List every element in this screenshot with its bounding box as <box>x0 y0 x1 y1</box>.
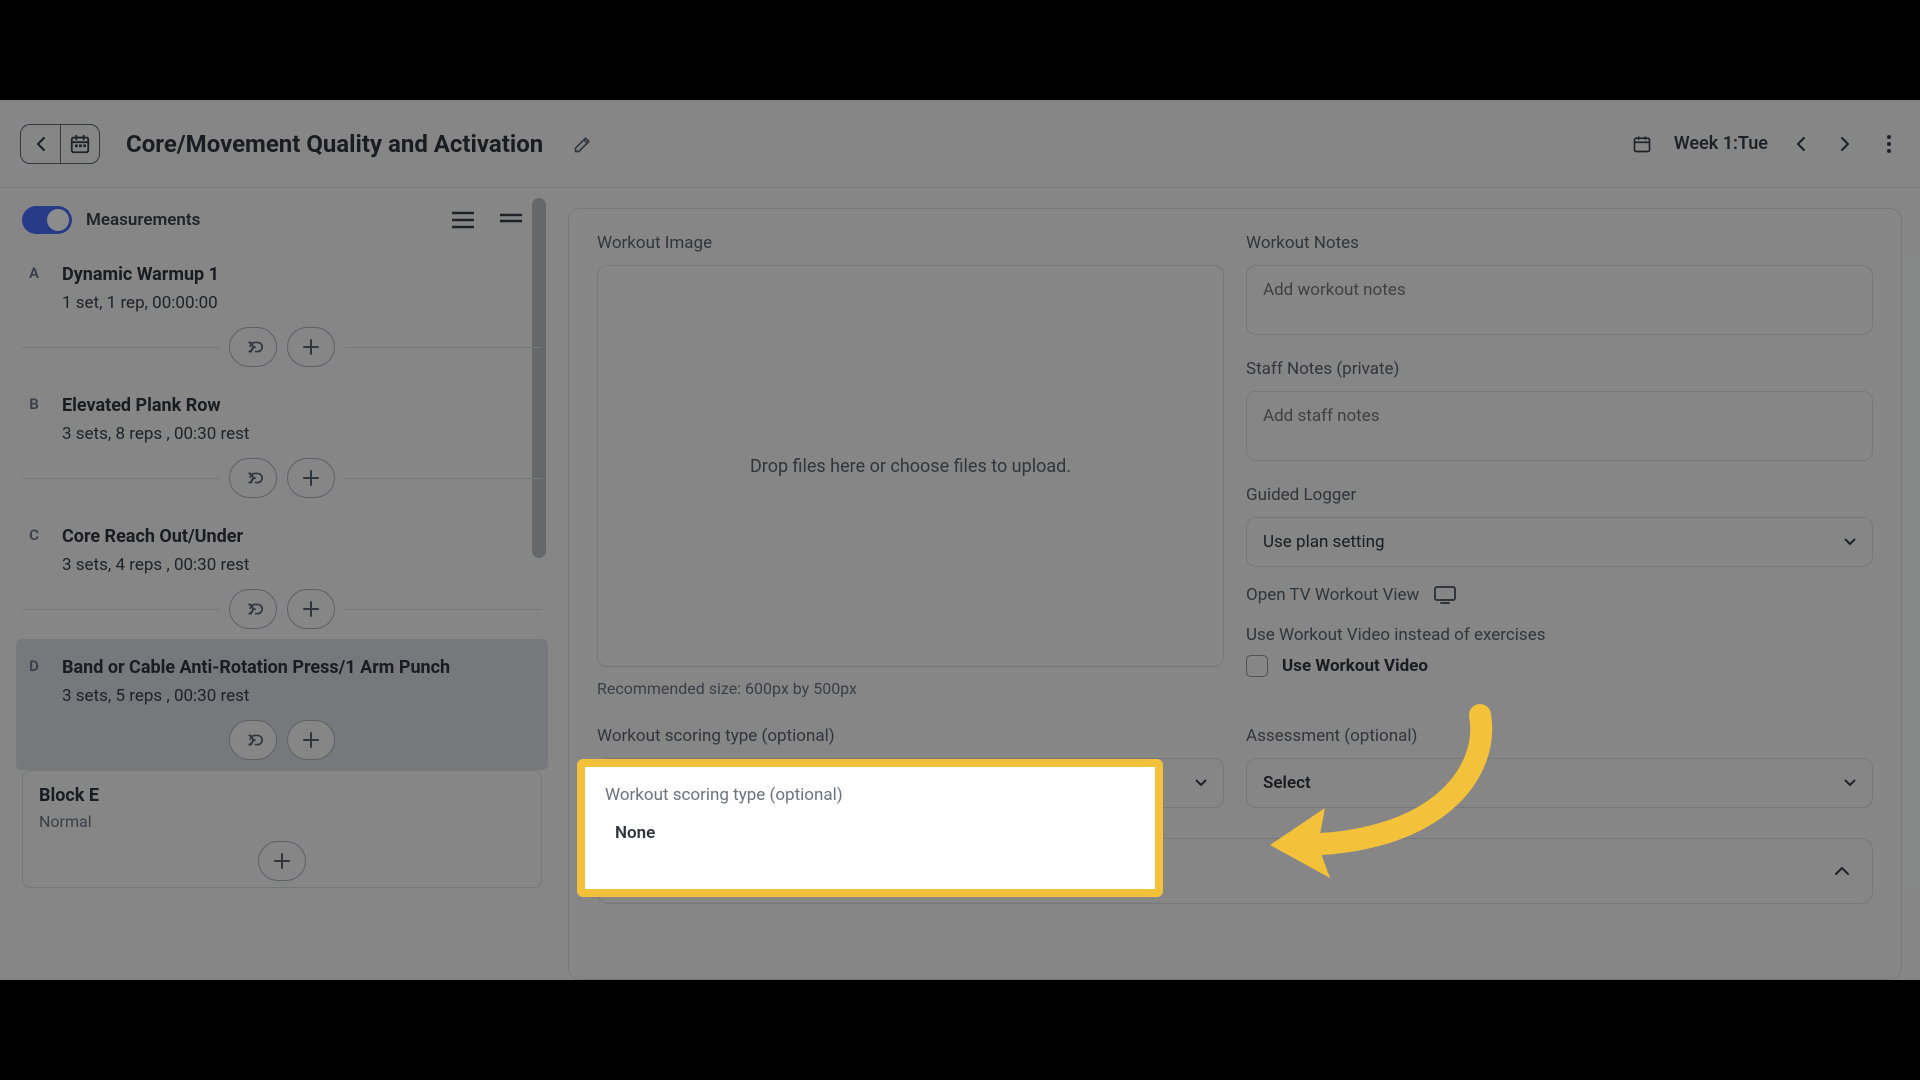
workout-notes-input[interactable] <box>1246 265 1873 335</box>
guided-logger-select[interactable]: Use plan setting <box>1246 517 1873 567</box>
use-video-instead-label: Use Workout Video instead of exercises <box>1246 625 1873 645</box>
staff-notes-input[interactable] <box>1246 391 1873 461</box>
recommended-size-hint: Recommended size: 600px by 500px <box>597 679 1224 698</box>
workout-image-label: Workout Image <box>597 233 1224 253</box>
link-exercise-button[interactable] <box>229 327 277 367</box>
tutorial-arrow-icon <box>1240 700 1500 900</box>
next-day-button[interactable] <box>1834 133 1856 155</box>
edit-title-button[interactable] <box>573 134 593 154</box>
tv-view-label[interactable]: Open TV Workout View <box>1246 585 1419 605</box>
scoring-type-label: Workout scoring type (optional) <box>597 726 1224 746</box>
tutorial-highlight-box: Workout scoring type (optional) None <box>577 759 1163 897</box>
exercise-item[interactable]: ADynamic Warmup 1 1 set, 1 rep, 00:00:00 <box>22 246 542 377</box>
exercise-item-selected[interactable]: DBand or Cable Anti-Rotation Press/1 Arm… <box>16 639 548 770</box>
highlight-scoring-label: Workout scoring type (optional) <box>605 785 1135 805</box>
add-block-exercise-button[interactable] <box>258 841 306 881</box>
image-dropzone[interactable]: Drop files here or choose files to uploa… <box>597 265 1224 667</box>
measurements-label: Measurements <box>86 210 200 230</box>
add-exercise-button[interactable] <box>287 589 335 629</box>
add-exercise-button[interactable] <box>287 458 335 498</box>
block-e-card[interactable]: Block E Normal <box>22 770 542 888</box>
more-menu-button[interactable] <box>1878 133 1900 155</box>
link-exercise-button[interactable] <box>229 720 277 760</box>
add-exercise-button[interactable] <box>287 720 335 760</box>
chevron-up-icon <box>1834 866 1850 876</box>
drag-handle-icon[interactable] <box>500 211 522 229</box>
page-header: Core/Movement Quality and Activation Wee… <box>0 100 1920 188</box>
add-exercise-button[interactable] <box>287 327 335 367</box>
exercise-sidebar: Measurements ADynamic Warmup 1 1 set, 1 … <box>0 188 550 980</box>
week-label[interactable]: Week 1:Tue <box>1674 133 1768 154</box>
link-exercise-button[interactable] <box>229 458 277 498</box>
tv-icon[interactable] <box>1433 585 1457 605</box>
list-view-icon[interactable] <box>452 211 474 229</box>
scrollbar-thumb[interactable] <box>532 198 546 558</box>
calendar-button[interactable] <box>60 124 100 164</box>
exercise-item[interactable]: CCore Reach Out/Under 3 sets, 4 reps , 0… <box>22 508 542 639</box>
exercise-item[interactable]: BElevated Plank Row 3 sets, 8 reps , 00:… <box>22 377 542 508</box>
guided-logger-label: Guided Logger <box>1246 485 1873 505</box>
back-button[interactable] <box>20 124 60 164</box>
use-workout-video-checkbox[interactable] <box>1246 655 1268 677</box>
prev-day-button[interactable] <box>1790 133 1812 155</box>
link-exercise-button[interactable] <box>229 589 277 629</box>
measurements-toggle[interactable] <box>22 206 72 234</box>
use-workout-video-label: Use Workout Video <box>1282 656 1428 676</box>
calendar-small-icon <box>1632 134 1652 154</box>
page-title: Core/Movement Quality and Activation <box>126 130 543 158</box>
highlight-scoring-value: None <box>605 823 655 843</box>
workout-notes-label: Workout Notes <box>1246 233 1873 253</box>
staff-notes-label: Staff Notes (private) <box>1246 359 1873 379</box>
